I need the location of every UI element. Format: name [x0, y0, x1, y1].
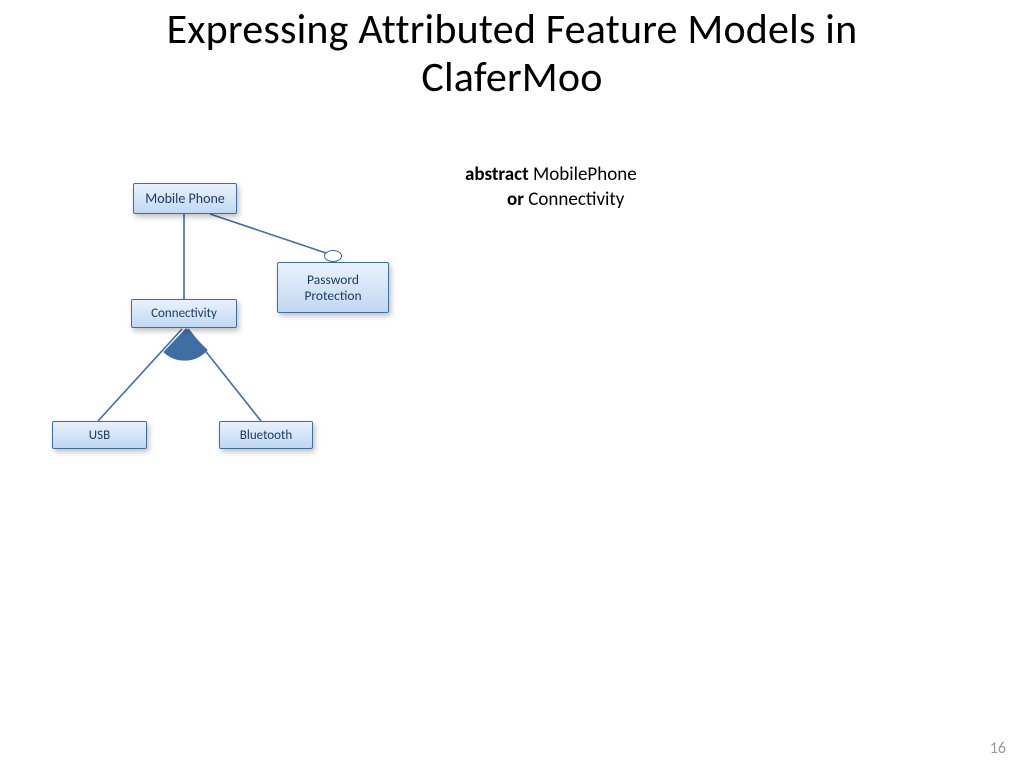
- code-child-name: Connectivity: [528, 188, 624, 211]
- title-line-2: ClaferMoo: [421, 52, 602, 103]
- edge-mobilephone-password: [210, 214, 332, 255]
- node-connectivity: Connectivity: [131, 299, 237, 328]
- diagram-edges: [0, 0, 1024, 768]
- node-usb: USB: [52, 421, 147, 449]
- edge-connectivity-usb: [98, 329, 182, 421]
- or-group-arc: [164, 329, 207, 360]
- code-snippet: abstract MobilePhone or Connectivity: [465, 163, 637, 212]
- keyword-or: or: [507, 188, 524, 211]
- code-line-1: abstract MobilePhone: [465, 163, 637, 188]
- optional-marker-icon: [324, 250, 342, 262]
- keyword-abstract: abstract: [465, 163, 529, 186]
- feature-diagram: Mobile Phone Connectivity Password Prote…: [0, 0, 1024, 768]
- code-root-name: MobilePhone: [533, 163, 637, 186]
- page-number: 16: [990, 739, 1006, 758]
- edge-connectivity-bluetooth: [188, 329, 261, 421]
- node-bluetooth-label: Bluetooth: [240, 428, 292, 443]
- node-mobile-phone-label: Mobile Phone: [145, 190, 225, 207]
- node-usb-label: USB: [89, 428, 110, 443]
- node-connectivity-label: Connectivity: [151, 306, 217, 321]
- slide-title: Expressing Attributed Feature Models in …: [0, 6, 1024, 103]
- node-password-protection-label: Password Protection: [304, 272, 361, 303]
- node-mobile-phone: Mobile Phone: [133, 183, 237, 214]
- node-password-protection: Password Protection: [277, 262, 389, 313]
- node-bluetooth: Bluetooth: [219, 421, 313, 449]
- code-line-2: or Connectivity: [465, 188, 637, 213]
- title-line-1: Expressing Attributed Feature Models in: [167, 4, 858, 55]
